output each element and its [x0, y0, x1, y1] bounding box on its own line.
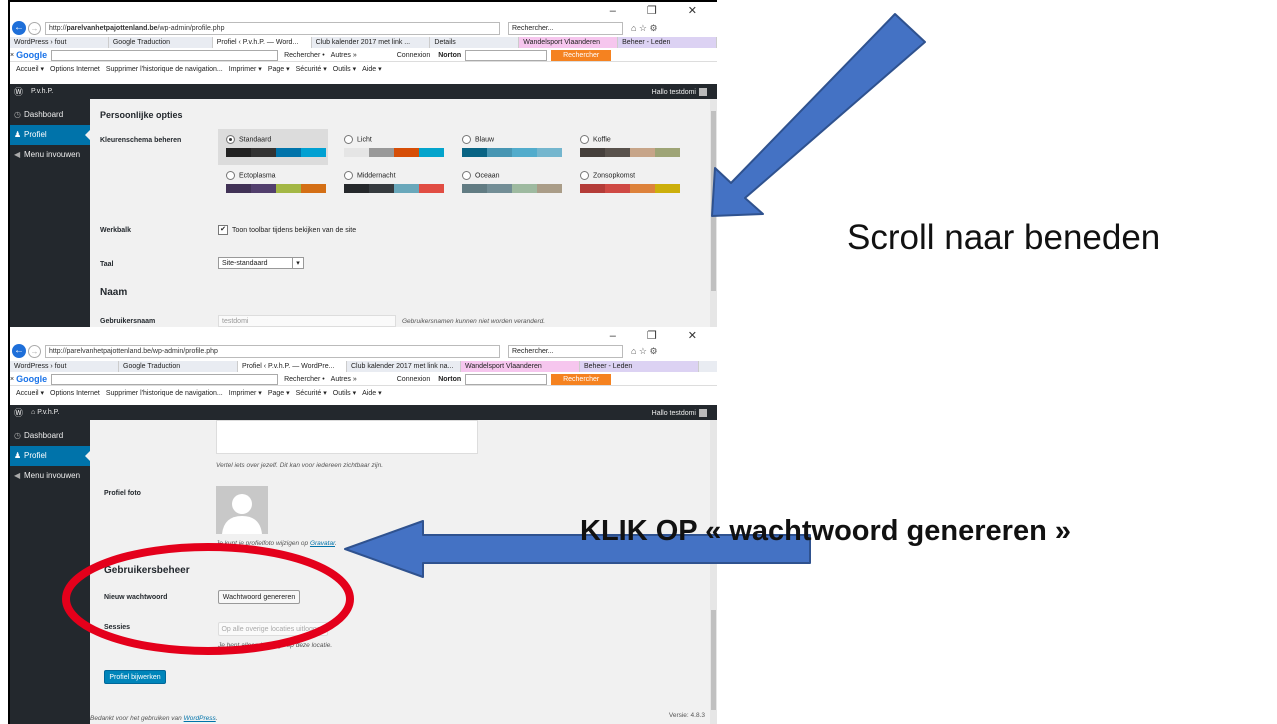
- arrow-down-left: [711, 13, 926, 217]
- scroll-instruction: Scroll naar beneden: [847, 218, 1161, 257]
- highlight-ellipse: [62, 543, 354, 655]
- annotation-overlay: [62, 13, 926, 655]
- click-instruction: KLIK OP « wachtwoord genereren »: [580, 515, 1071, 547]
